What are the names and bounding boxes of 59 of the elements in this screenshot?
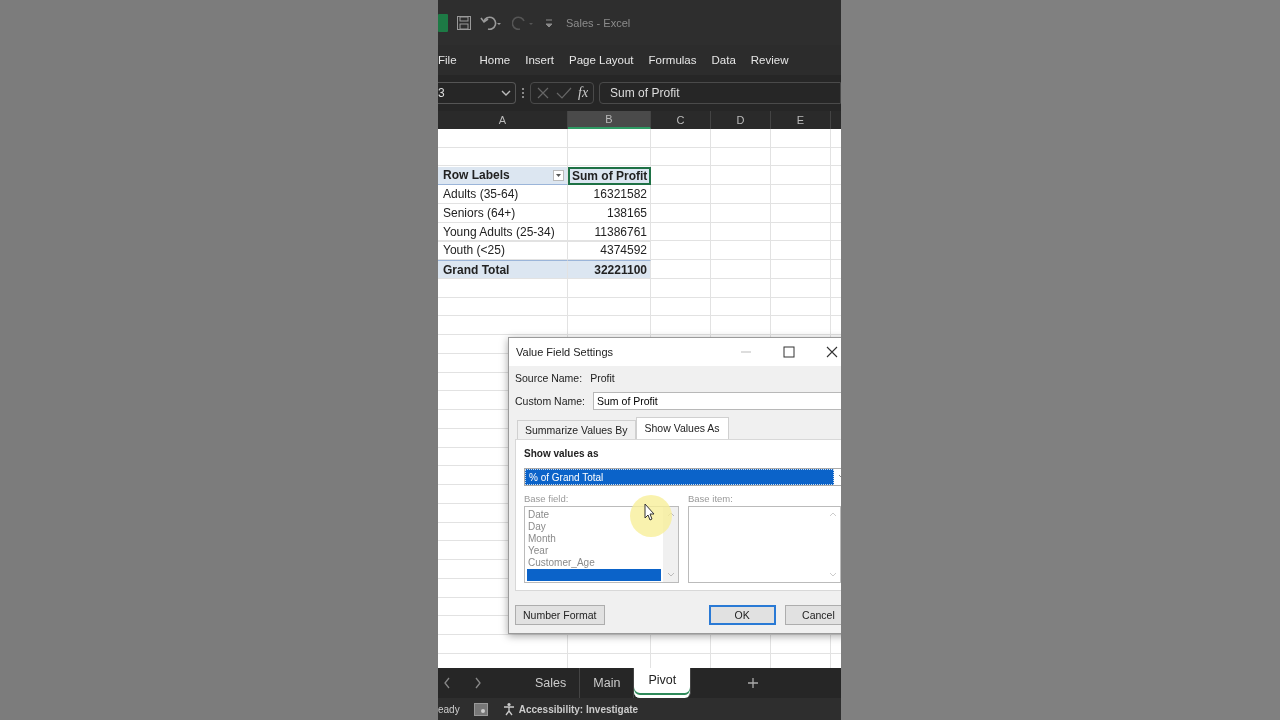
table-cell: Grand Total [438,260,568,279]
dialog-button[interactable]: OK [708,605,776,625]
ribbon-tab[interactable]: File [438,54,457,66]
source-name-value: Profit [590,371,615,384]
table-cell: Row Labels [438,166,568,186]
ribbon-tab[interactable]: Data [711,54,736,66]
column-header[interactable]: B [568,111,651,129]
insert-function-button[interactable]: fx [578,85,589,101]
ribbon-tab[interactable]: Insert [525,54,554,66]
dialog-tab[interactable]: Summarize Values By [517,420,636,439]
table-cell: Seniors (64+) [438,204,568,223]
sheet-tab[interactable]: Pivot [634,668,692,698]
close-icon[interactable] [826,346,838,358]
list-item[interactable]: Day [527,521,546,533]
base-field-label: Base field: [524,493,570,504]
table-cell: Young Adults (25-34) [438,222,568,242]
table-cell: 11386761 [568,222,651,242]
ribbon-tab[interactable]: Page Layout [569,54,634,66]
ribbon-tab[interactable]: Formulas [648,54,697,66]
excel-logo-icon [438,13,448,32]
table-cell: 138165 [568,204,651,223]
cancel-icon[interactable] [536,86,550,100]
accessibility-status[interactable]: Accessibility: Investigate [501,702,639,716]
previous-sheet-icon[interactable] [443,677,451,689]
table-cell: 16321582 [568,185,651,204]
ribbon-tab[interactable]: Review [750,54,789,66]
customize-icon[interactable] [544,16,554,29]
save-icon[interactable] [456,14,472,31]
maximize-icon[interactable] [783,346,795,358]
more-icon[interactable] [521,87,525,99]
list-item[interactable]: Month [527,533,556,545]
custom-name-field[interactable]: Sum of Profit [593,391,841,410]
table-cell: Adults (35-64) [438,185,568,204]
add-sheet-icon[interactable] [747,677,760,689]
list-item[interactable]: Year [527,545,549,557]
table-cell: 32221100 [568,260,651,279]
ribbon-tab[interactable]: Home [479,54,511,66]
dialog-tab[interactable]: Show Values As [635,417,729,439]
filter-dropdown-icon[interactable] [553,169,564,181]
dialog-title: Value Field Settings [516,346,614,358]
show-values-dropdown[interactable]: % of Grand Total [524,468,841,486]
table-cell: Sum of Profit [568,166,651,186]
next-sheet-icon[interactable] [474,677,482,689]
dialog-button[interactable]: Number Format [515,605,605,625]
window-title: Sales - Excel [566,16,631,29]
undo-icon[interactable] [480,14,504,31]
list-item[interactable]: Customer_Age [527,557,595,569]
status-text: eady [438,703,460,715]
show-values-label: Show values as [524,448,600,459]
macro-icon[interactable] [473,702,488,716]
list-item[interactable]: Date [527,509,550,521]
formula-field[interactable]: Sum of Profit [599,82,841,104]
accessibility-icon [501,702,516,716]
base-item-label: Base item: [688,493,734,504]
dialog-button[interactable]: Cancel [784,605,841,625]
custom-name-label: Custom Name: [515,394,586,407]
check-icon[interactable] [556,86,572,100]
name-box[interactable]: 3 [438,82,516,104]
source-name-label: Source Name: [515,371,583,384]
